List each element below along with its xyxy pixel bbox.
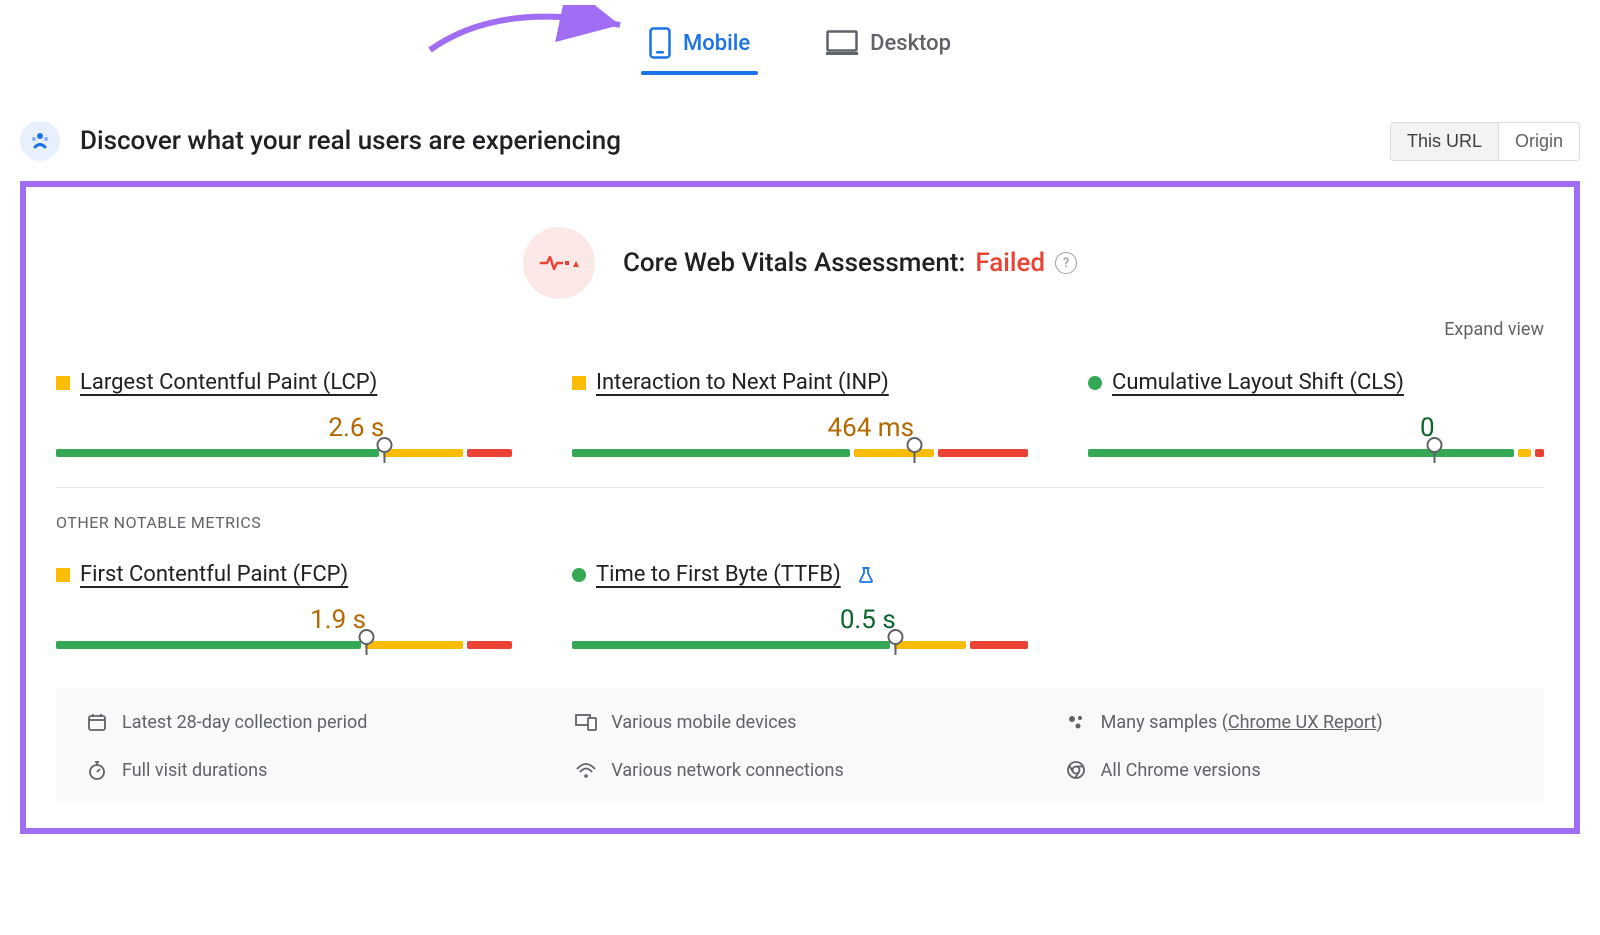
bar-marker [894,633,897,657]
scope-this-url[interactable]: This URL [1391,123,1498,160]
metric-lcp: Largest Contentful Paint (LCP) 2.6 s [56,370,512,457]
metric-bar-lcp [56,449,512,457]
expand-view-link[interactable]: Expand view [56,319,1544,340]
metric-value-inp: 464 ms [572,413,1028,443]
header: Discover what your real users are experi… [20,121,1580,161]
bar-marker [365,633,368,657]
scope-segmented: This URL Origin [1390,122,1580,161]
bar-marker [913,441,916,465]
mobile-icon [649,27,671,59]
calendar-icon [86,711,108,733]
annotation-arrow [420,5,640,65]
status-dot-lcp [56,376,70,390]
section-label-other: OTHER NOTABLE METRICS [56,513,1544,532]
help-icon[interactable]: ? [1055,252,1077,274]
bar-marker [383,441,386,465]
footer-connections: Various network connections [575,759,1024,781]
assessment-status: Failed [975,248,1045,278]
stopwatch-icon [86,759,108,781]
metric-bar-cls [1088,449,1544,457]
metric-name-cls[interactable]: Cumulative Layout Shift (CLS) [1112,370,1404,395]
metric-fcp: First Contentful Paint (FCP) 1.9 s [56,562,512,649]
core-metrics: Largest Contentful Paint (LCP) 2.6 s Int… [56,370,1544,457]
footer-collection-period: Latest 28-day collection period [86,711,535,733]
desktop-icon [826,30,858,56]
tab-desktop[interactable]: Desktop [818,15,959,71]
metric-name-ttfb[interactable]: Time to First Byte (TTFB) [596,562,841,587]
metric-ttfb: Time to First Byte (TTFB) 0.5 s [572,562,1028,649]
footer-versions: All Chrome versions [1065,759,1514,781]
chrome-icon [1065,759,1087,781]
device-tabs: Mobile Desktop [20,0,1580,71]
tab-mobile[interactable]: Mobile [641,15,758,71]
status-dot-inp [572,376,586,390]
scope-origin[interactable]: Origin [1498,123,1579,160]
metric-name-fcp[interactable]: First Contentful Paint (FCP) [80,562,348,587]
chrome-ux-report-link[interactable]: Chrome UX Report [1228,712,1376,733]
core-web-vitals-panel: Core Web Vitals Assessment: Failed ? Exp… [20,181,1580,834]
metric-value-ttfb: 0.5 s [572,605,1028,635]
network-icon [575,759,597,781]
metric-bar-ttfb [572,641,1028,649]
metric-bar-fcp [56,641,512,649]
metric-cls: Cumulative Layout Shift (CLS) 0 [1088,370,1544,457]
footer-devices: Various mobile devices [575,711,1024,733]
vitals-icon [523,227,595,299]
metric-bar-inp [572,449,1028,457]
status-dot-fcp [56,568,70,582]
status-dot-cls [1088,376,1102,390]
other-metrics: First Contentful Paint (FCP) 1.9 s Time … [56,562,1544,649]
metric-value-cls: 0 [1088,413,1544,443]
tab-mobile-label: Mobile [683,31,750,56]
metric-value-fcp: 1.9 s [56,605,512,635]
tab-desktop-label: Desktop [870,31,951,56]
divider [56,487,1544,488]
metric-inp: Interaction to Next Paint (INP) 464 ms [572,370,1028,457]
page-title: Discover what your real users are experi… [80,126,621,156]
bar-marker [1433,441,1436,465]
assessment: Core Web Vitals Assessment: Failed ? [56,227,1544,299]
footer-samples: Many samples (Chrome UX Report) [1065,711,1514,733]
data-summary: Latest 28-day collection period Various … [56,689,1544,803]
devices-icon [575,711,597,733]
metric-name-lcp[interactable]: Largest Contentful Paint (LCP) [80,370,377,395]
status-dot-ttfb [572,568,586,582]
metric-name-inp[interactable]: Interaction to Next Paint (INP) [596,370,889,395]
experimental-icon [857,566,875,584]
assessment-label: Core Web Vitals Assessment: [623,248,965,278]
samples-icon [1065,711,1087,733]
footer-durations: Full visit durations [86,759,535,781]
users-icon [20,121,60,161]
metric-value-lcp: 2.6 s [56,413,512,443]
